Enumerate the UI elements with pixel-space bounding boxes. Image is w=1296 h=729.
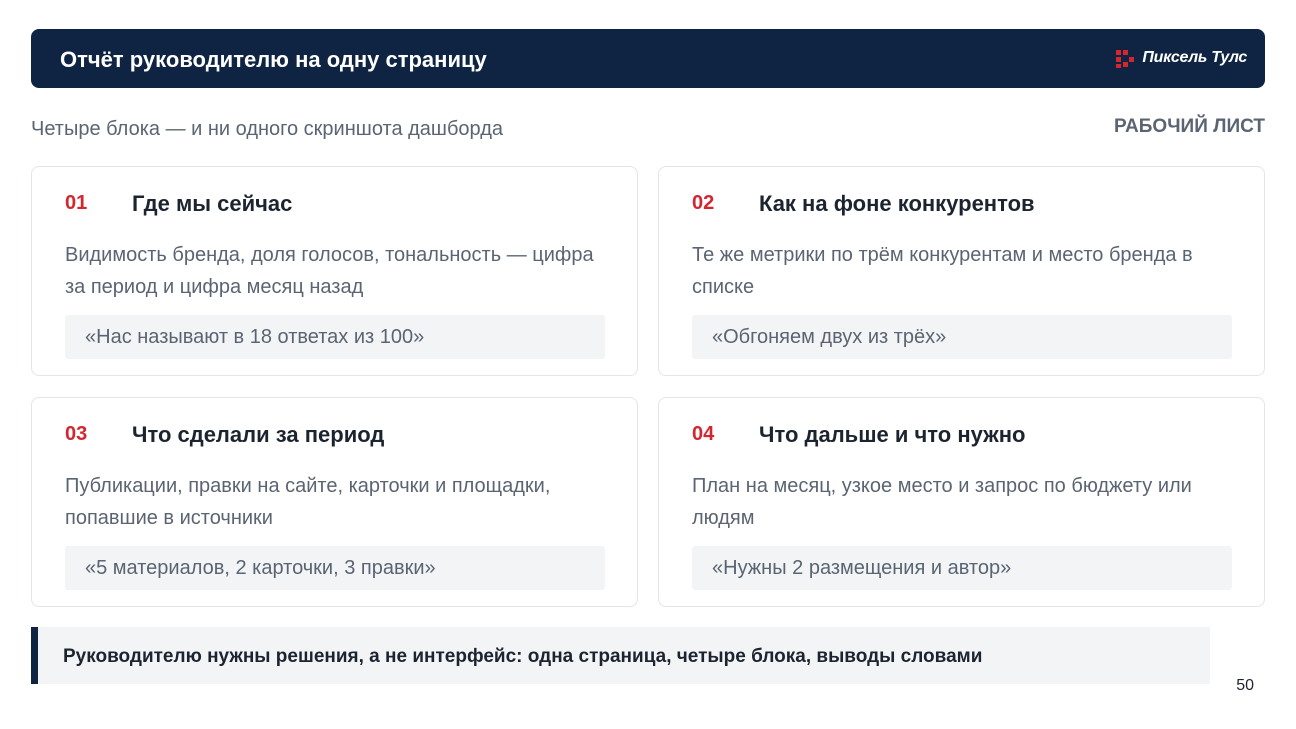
card-quote: «Нужны 2 размещения и автор» bbox=[692, 546, 1232, 590]
card-title: Как на фоне конкурентов bbox=[759, 191, 1035, 216]
card-description: План на месяц, узкое место и запрос по б… bbox=[692, 475, 1192, 529]
card-quote: «Нас называют в 18 ответах из 100» bbox=[65, 315, 605, 359]
card-done-this-period: 03 Что сделали за период Публикации, пра… bbox=[31, 397, 638, 607]
conclusion-callout: Руководителю нужны решения, а не интерфе… bbox=[31, 627, 1210, 684]
brand: Пиксель Тулс bbox=[1114, 45, 1247, 71]
header-bar: Отчёт руководителю на одну страницу Пикс… bbox=[31, 29, 1265, 88]
card-where-we-are: 01 Где мы сейчас Видимость бренда, доля … bbox=[31, 166, 638, 376]
page-number: 50 bbox=[1236, 677, 1254, 694]
card-number: 02 bbox=[692, 192, 715, 214]
card-description: Публикации, правки на сайте, карточки и … bbox=[65, 475, 551, 529]
subtitle: Четыре блока — и ни одного скриншота даш… bbox=[31, 118, 503, 140]
card-competitors: 02 Как на фоне конкурентов Те же метрики… bbox=[658, 166, 1265, 376]
card-title: Что сделали за период bbox=[132, 422, 385, 447]
worksheet-label: РАБОЧИЙ ЛИСТ bbox=[1114, 116, 1265, 137]
conclusion-text: Руководителю нужны решения, а не интерфе… bbox=[63, 646, 983, 667]
card-description: Видимость бренда, доля голосов, тонально… bbox=[65, 244, 594, 298]
card-title: Что дальше и что нужно bbox=[759, 422, 1026, 447]
card-next-steps: 04 Что дальше и что нужно План на месяц,… bbox=[658, 397, 1265, 607]
page-title: Отчёт руководителю на одну страницу bbox=[60, 47, 487, 72]
card-number: 04 bbox=[692, 423, 715, 445]
card-title: Где мы сейчас bbox=[132, 191, 293, 216]
card-quote: «5 материалов, 2 карточки, 3 правки» bbox=[65, 546, 605, 590]
card-quote: «Обгоняем двух из трёх» bbox=[692, 315, 1232, 359]
card-description: Те же метрики по трём конкурентам и мест… bbox=[692, 244, 1193, 298]
brand-name: Пиксель Тулс bbox=[1142, 49, 1247, 66]
card-number: 01 bbox=[65, 192, 88, 214]
brand-logo-icon bbox=[1116, 50, 1135, 68]
card-number: 03 bbox=[65, 423, 88, 445]
